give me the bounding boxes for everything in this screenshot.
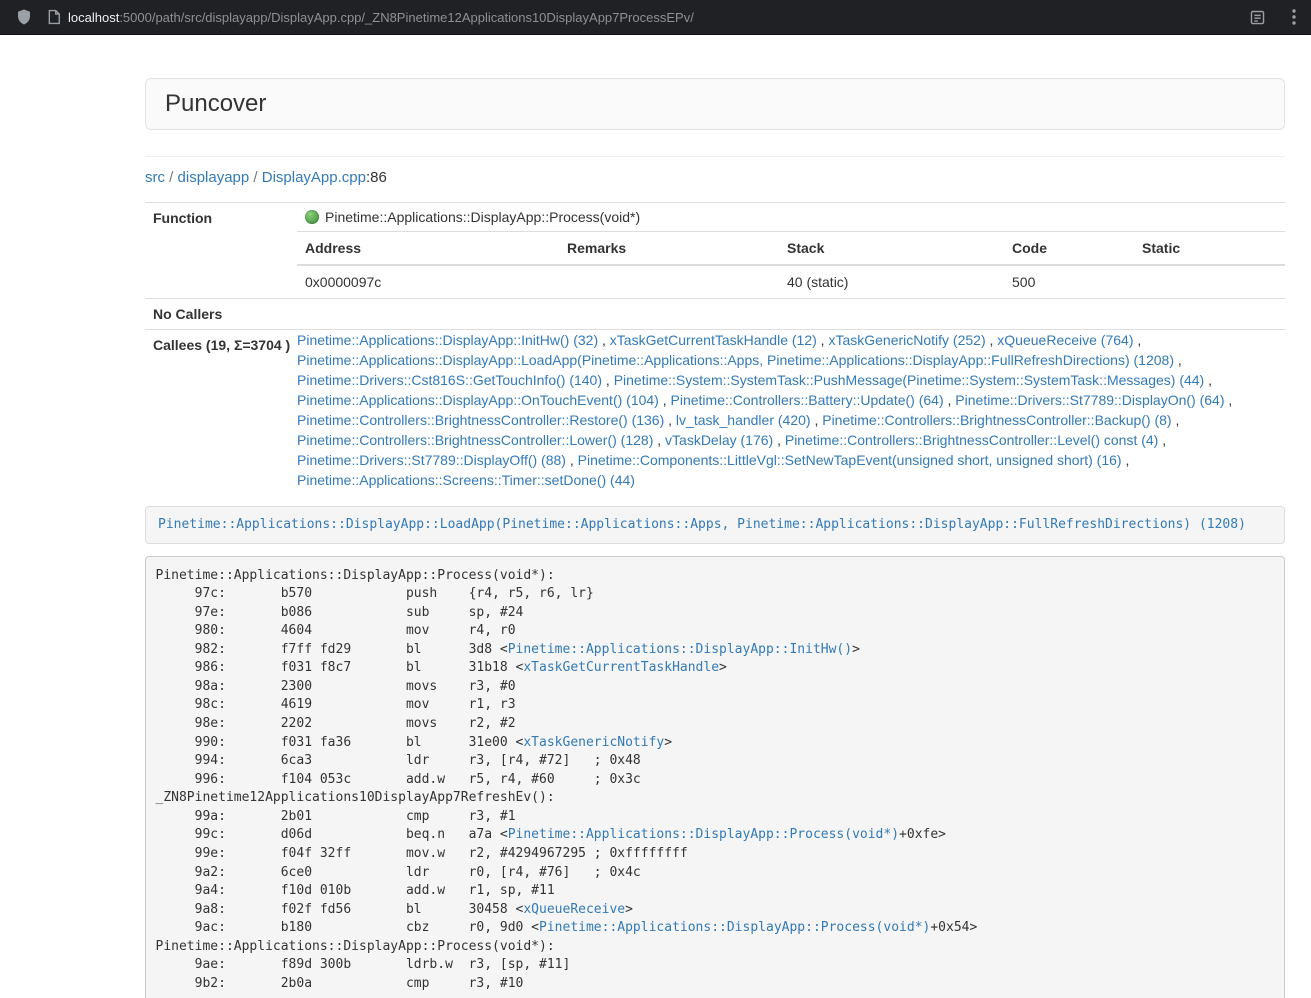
detail-header-row: Address Remarks Stack Code Static [297, 232, 1285, 266]
url-bar[interactable]: localhost:5000/path/src/displayapp/Displ… [47, 9, 1229, 25]
callee-separator: , [1225, 392, 1233, 408]
callee-link[interactable]: Pinetime::Applications::DisplayApp::OnTo… [297, 392, 659, 408]
code-value: 500 [1004, 265, 1134, 298]
col-static: Static [1134, 232, 1285, 266]
breadcrumb-link[interactable]: displayapp [178, 169, 250, 186]
callee-link[interactable]: lv_task_handler (420) [676, 412, 811, 428]
callee-separator: , [817, 332, 829, 348]
function-name-line: Pinetime::Applications::DisplayApp::Proc… [297, 203, 1285, 231]
callees-list: Pinetime::Applications::DisplayApp::Init… [297, 330, 1285, 491]
callee-link[interactable]: Pinetime::Drivers::Cst816S::GetTouchInfo… [297, 372, 602, 388]
col-address: Address [297, 232, 559, 266]
callee-separator: , [944, 392, 956, 408]
callee-link[interactable]: Pinetime::Drivers::St7789::DisplayOn() (… [955, 392, 1224, 408]
address-value: 0x0000097c [297, 265, 559, 298]
function-label: Function [145, 203, 297, 299]
no-callers-label: No Callers [145, 299, 297, 330]
callee-separator: , [811, 412, 823, 428]
callee-link[interactable]: Pinetime::Components::LittleVgl::SetNewT… [578, 452, 1122, 468]
callee-separator: , [1133, 332, 1141, 348]
breadcrumb-separator: / [249, 169, 262, 186]
callee-link[interactable]: Pinetime::System::SystemTask::PushMessag… [614, 372, 1205, 388]
browser-window: localhost:5000/path/src/displayapp/Displ… [0, 0, 1311, 998]
callee-link[interactable]: Pinetime::Applications::DisplayApp::Init… [297, 332, 598, 348]
reader-mode-icon[interactable] [1249, 9, 1266, 26]
asm-symbol-link[interactable]: Pinetime::Applications::DisplayApp::Proc… [539, 920, 930, 935]
callee-link[interactable]: vTaskDelay (176) [665, 432, 773, 448]
callee-link[interactable]: Pinetime::Controllers::BrightnessControl… [297, 432, 653, 448]
asm-symbol-link[interactable]: Pinetime::Applications::DisplayApp::Proc… [508, 827, 899, 842]
callee-link[interactable]: xQueueReceive (764) [997, 332, 1133, 348]
callee-link[interactable]: Pinetime::Drivers::St7789::DisplayOff() … [297, 452, 566, 468]
callee-separator: , [566, 452, 578, 468]
remarks-value [559, 265, 779, 298]
callee-separator: , [773, 432, 785, 448]
disassembly: Pinetime::Applications::DisplayApp::Proc… [145, 556, 1285, 998]
asm-symbol-link[interactable]: xTaskGetCurrentTaskHandle [523, 660, 719, 675]
detail-value-row: 0x0000097c 40 (static) 500 [297, 265, 1285, 298]
app-title: Puncover [165, 90, 266, 117]
breadcrumb-separator: / [165, 169, 178, 186]
callee-separator: , [659, 392, 671, 408]
static-value [1134, 265, 1285, 298]
col-code: Code [1004, 232, 1134, 266]
url-host: localhost [68, 10, 119, 25]
page-icon [47, 9, 61, 25]
col-remarks: Remarks [559, 232, 779, 266]
callees-label: Callees (19, Σ=3704 ) [145, 330, 297, 491]
callee-link[interactable]: xTaskGetCurrentTaskHandle (12) [610, 332, 817, 348]
callee-link[interactable]: Pinetime::Controllers::BrightnessControl… [785, 432, 1158, 448]
callee-link[interactable]: Pinetime::Applications::DisplayApp::Load… [297, 352, 1174, 368]
no-callers-row: No Callers [145, 299, 1285, 330]
divider [145, 156, 1285, 157]
page-content: Puncover src / displayapp / DisplayApp.c… [145, 78, 1285, 998]
app-title-panel: Puncover [145, 78, 1285, 130]
breadcrumb-link[interactable]: DisplayApp.cpp [262, 169, 366, 186]
shield-icon[interactable] [15, 8, 33, 26]
callee-separator: , [653, 432, 665, 448]
stack-value: 40 (static) [779, 265, 1004, 298]
kebab-menu-icon[interactable] [1292, 9, 1296, 25]
callee-separator: , [664, 412, 676, 428]
breadcrumb-link[interactable]: src [145, 169, 165, 186]
callee-link[interactable]: Pinetime::Controllers::BrightnessControl… [297, 412, 664, 428]
callee-link[interactable]: Pinetime::Applications::Screens::Timer::… [297, 472, 635, 488]
callee-separator: , [986, 332, 998, 348]
breadcrumb-line-number: :86 [366, 169, 387, 186]
callee-link[interactable]: Pinetime::Controllers::BrightnessControl… [822, 412, 1171, 428]
callee-separator: , [602, 372, 614, 388]
callees-row: Callees (19, Σ=3704 ) Pinetime::Applicat… [145, 330, 1285, 491]
method-icon [305, 210, 319, 224]
callee-separator: , [598, 332, 610, 348]
url-path: :5000/path/src/displayapp/DisplayApp.cpp… [119, 10, 694, 25]
asm-symbol-link[interactable]: xTaskGenericNotify [523, 735, 664, 750]
asm-symbol-link[interactable]: Pinetime::Applications::DisplayApp::Init… [508, 642, 852, 657]
callee-separator: , [1174, 352, 1182, 368]
function-name: Pinetime::Applications::DisplayApp::Proc… [325, 208, 640, 226]
callee-separator: , [1172, 412, 1180, 428]
callee-separator: , [1122, 452, 1130, 468]
browser-toolbar: localhost:5000/path/src/displayapp/Displ… [0, 0, 1311, 35]
assembly-heading: Pinetime::Applications::DisplayApp::Load… [145, 506, 1285, 544]
asm-symbol-link[interactable]: xQueueReceive [523, 902, 625, 917]
col-stack: Stack [779, 232, 1004, 266]
callee-link[interactable]: Pinetime::Controllers::Battery::Update()… [671, 392, 944, 408]
callee-separator: , [1204, 372, 1212, 388]
function-detail-table: Address Remarks Stack Code Static 0x0000… [297, 231, 1285, 298]
symbol-info-table: Function Pinetime::Applications::Display… [145, 202, 1285, 490]
assembly-heading-link[interactable]: Pinetime::Applications::DisplayApp::Load… [158, 517, 1246, 532]
breadcrumb: src / displayapp / DisplayApp.cpp:86 [145, 167, 1285, 188]
callee-link[interactable]: xTaskGenericNotify (252) [828, 332, 985, 348]
callee-separator: , [1158, 432, 1166, 448]
function-row: Function Pinetime::Applications::Display… [145, 203, 1285, 299]
